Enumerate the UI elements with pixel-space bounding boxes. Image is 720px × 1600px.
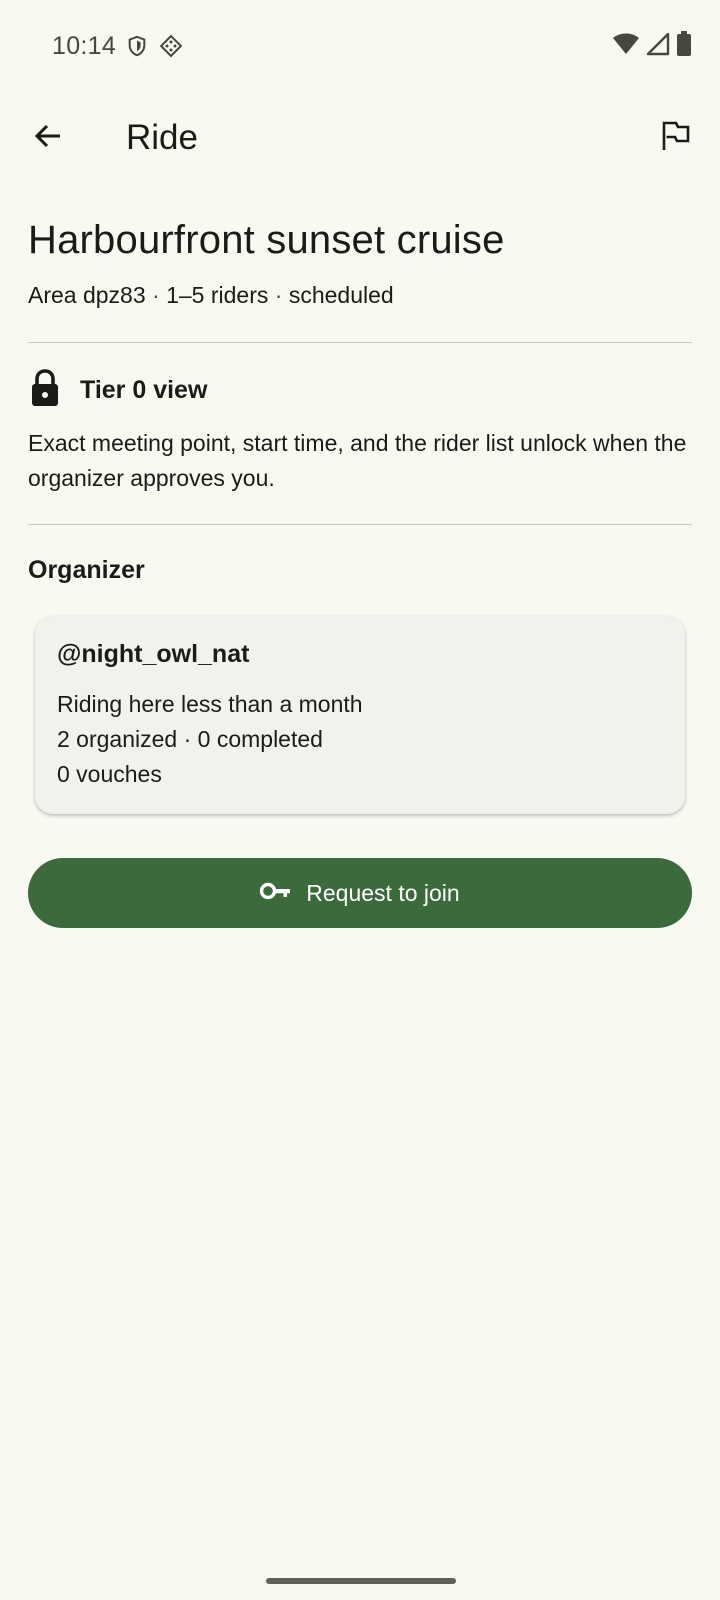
ride-meta: Area dpz83 · 1–5 riders · scheduled	[28, 282, 394, 309]
report-button[interactable]	[648, 110, 704, 166]
battery-icon	[676, 30, 692, 62]
ride-detail-screen: 10:14 Ride Harbourfront sunset cruise Ar…	[0, 0, 720, 1600]
request-to-join-label: Request to join	[306, 879, 460, 906]
wifi-icon	[612, 32, 640, 61]
divider	[28, 524, 692, 525]
key-icon	[260, 880, 292, 907]
ride-status: scheduled	[288, 282, 394, 308]
organizer-stats: 2 organized · 0 completed	[57, 726, 323, 752]
tier-header: Tier 0 view	[28, 368, 207, 413]
home-indicator[interactable]	[266, 1578, 456, 1584]
tier-description: Exact meeting point, start time, and the…	[28, 430, 687, 491]
status-time: 10:14	[52, 31, 117, 60]
shield-icon	[126, 35, 148, 57]
organizer-details: Riding here less than a month 2 organize…	[57, 687, 663, 792]
organizer-handle: @night_owl_nat	[57, 640, 250, 668]
page-title: Ride	[126, 118, 198, 157]
divider	[28, 342, 692, 343]
organizer-vouches: 0 vouches	[57, 761, 162, 787]
ride-title: Harbourfront sunset cruise	[28, 218, 505, 262]
meta-separator: ·	[274, 282, 283, 308]
organizer-card: @night_owl_nat Riding here less than a m…	[35, 616, 685, 814]
status-right	[612, 30, 692, 62]
ride-riders: 1–5 riders	[166, 282, 269, 308]
tier-label: Tier 0 view	[80, 376, 208, 404]
flag-icon	[661, 120, 691, 157]
meta-separator: ·	[152, 282, 160, 308]
ride-area: Area dpz83	[28, 282, 146, 308]
back-arrow-icon	[32, 120, 64, 157]
request-to-join-button[interactable]: Request to join	[28, 858, 692, 928]
organizer-tenure: Riding here less than a month	[57, 691, 363, 717]
back-button[interactable]	[20, 110, 76, 166]
status-bar: 10:14	[0, 0, 720, 92]
lock-icon	[28, 368, 62, 413]
diamond-dot-icon	[158, 33, 184, 59]
signal-icon	[646, 32, 670, 61]
organizer-section-title: Organizer	[28, 556, 145, 584]
top-app-bar: Ride	[0, 100, 720, 178]
status-left: 10:14	[52, 32, 184, 61]
